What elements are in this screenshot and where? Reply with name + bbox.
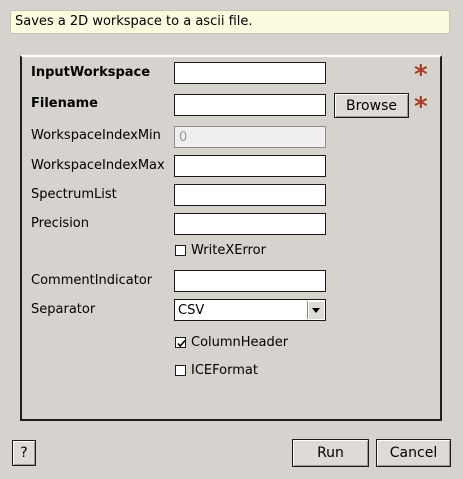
- input-workspace-label: InputWorkspace: [31, 65, 151, 80]
- ice-format-label: ICEFormat: [191, 363, 258, 378]
- column-header-checkbox[interactable]: ColumnHeader: [175, 335, 288, 350]
- checkbox-unchecked-icon: [175, 245, 186, 256]
- run-button[interactable]: Run: [292, 439, 369, 467]
- spectrum-list-field[interactable]: [174, 184, 326, 206]
- separator-label: Separator: [31, 302, 96, 317]
- precision-label: Precision: [31, 216, 90, 231]
- workspace-index-max-field[interactable]: [174, 155, 326, 177]
- spectrum-list-label: SpectrumList: [31, 187, 117, 202]
- separator-selected-value: CSV: [178, 302, 205, 318]
- ice-format-checkbox[interactable]: ICEFormat: [175, 363, 258, 378]
- help-button[interactable]: ?: [12, 440, 36, 466]
- precision-field[interactable]: [174, 213, 326, 235]
- separator-select[interactable]: CSV: [174, 299, 326, 321]
- algorithm-description: Saves a 2D workspace to a ascii file.: [10, 10, 450, 34]
- write-x-error-checkbox[interactable]: WriteXError: [175, 243, 266, 258]
- checkbox-unchecked-icon: [175, 365, 186, 376]
- workspace-index-min-label: WorkspaceIndexMin: [31, 128, 161, 143]
- checkbox-checked-icon: [175, 337, 186, 348]
- filename-field[interactable]: [174, 94, 326, 116]
- input-workspace-field[interactable]: [174, 62, 326, 84]
- dropdown-arrow-icon[interactable]: [307, 301, 324, 319]
- write-x-error-label: WriteXError: [191, 243, 266, 258]
- comment-indicator-label: CommentIndicator: [31, 273, 153, 288]
- filename-label: Filename: [31, 96, 98, 111]
- cancel-button[interactable]: Cancel: [376, 439, 451, 467]
- comment-indicator-field[interactable]: [174, 270, 326, 292]
- browse-button[interactable]: Browse: [334, 93, 409, 118]
- column-header-label: ColumnHeader: [191, 335, 289, 350]
- required-star-icon: *: [414, 60, 428, 90]
- workspace-index-max-label: WorkspaceIndexMax: [31, 158, 165, 173]
- workspace-index-min-field[interactable]: [174, 126, 326, 148]
- required-star-icon: *: [414, 92, 428, 122]
